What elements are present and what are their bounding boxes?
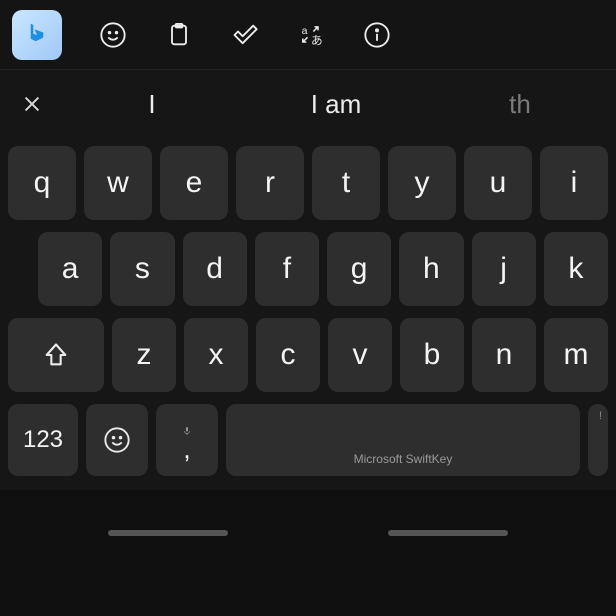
spacebar-label: Microsoft SwiftKey [226, 452, 580, 466]
key-q[interactable]: q [8, 146, 76, 220]
emoji-icon[interactable] [98, 20, 128, 50]
keyboard-toolbar: a あ [0, 0, 616, 70]
check-icon[interactable] [230, 20, 260, 50]
key-f[interactable]: f [255, 232, 319, 306]
key-u[interactable]: u [464, 146, 532, 220]
shift-key[interactable] [8, 318, 104, 392]
key-b[interactable]: b [400, 318, 464, 392]
emoji-key[interactable] [86, 404, 148, 476]
close-suggestions-icon[interactable] [4, 93, 60, 115]
key-g[interactable]: g [327, 232, 391, 306]
key-n[interactable]: n [472, 318, 536, 392]
key-row-bottom: 123 , Microsoft SwiftKey ! [0, 404, 616, 490]
key-y[interactable]: y [388, 146, 456, 220]
info-icon[interactable] [362, 20, 392, 50]
key-i[interactable]: i [540, 146, 608, 220]
key-j[interactable]: j [472, 232, 536, 306]
key-x[interactable]: x [184, 318, 248, 392]
nav-pill-left[interactable] [108, 530, 228, 536]
suggestion-1[interactable]: I [60, 89, 244, 120]
key-z[interactable]: z [112, 318, 176, 392]
suggestion-bar: I I am th [0, 70, 616, 138]
svg-text:あ: あ [311, 34, 323, 47]
period-key[interactable]: ! [588, 404, 608, 476]
key-v[interactable]: v [328, 318, 392, 392]
clipboard-icon[interactable] [164, 20, 194, 50]
key-m[interactable]: m [544, 318, 608, 392]
comma-key[interactable]: , [156, 404, 218, 476]
key-h[interactable]: h [399, 232, 463, 306]
keyboard-keys: q w e r t y u i a s d f g h j k z x c v … [0, 138, 616, 490]
comma-label: , [183, 442, 190, 456]
suggestion-2[interactable]: I am [244, 89, 428, 120]
key-row-1: q w e r t y u i [0, 146, 616, 232]
key-row-3: z x c v b n m [0, 318, 616, 404]
key-d[interactable]: d [183, 232, 247, 306]
key-s[interactable]: s [110, 232, 174, 306]
key-c[interactable]: c [256, 318, 320, 392]
suggestion-3[interactable]: th [428, 89, 612, 120]
key-w[interactable]: w [84, 146, 152, 220]
bing-icon[interactable] [12, 10, 62, 60]
system-nav [0, 490, 616, 542]
key-row-2: a s d f g h j k [0, 232, 616, 318]
key-k[interactable]: k [544, 232, 608, 306]
key-r[interactable]: r [236, 146, 304, 220]
svg-text:a: a [302, 24, 308, 36]
spacebar-key[interactable]: Microsoft SwiftKey [226, 404, 580, 476]
key-e[interactable]: e [160, 146, 228, 220]
key-a[interactable]: a [38, 232, 102, 306]
excl-hint: ! [599, 410, 602, 422]
translate-icon[interactable]: a あ [296, 20, 326, 50]
key-t[interactable]: t [312, 146, 380, 220]
nav-pill-right[interactable] [388, 530, 508, 536]
numbers-key[interactable]: 123 [8, 404, 78, 476]
